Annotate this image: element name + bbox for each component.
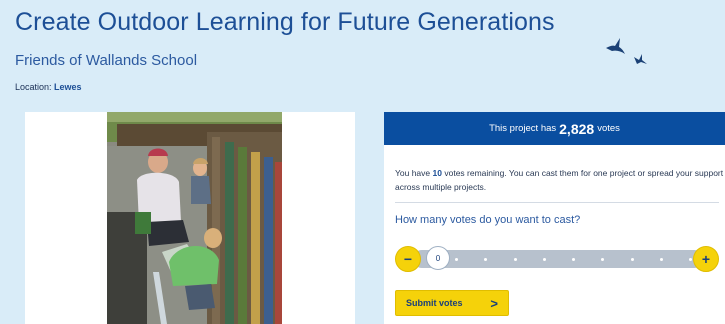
page-title: Create Outdoor Learning for Future Gener… xyxy=(15,8,555,36)
minus-button[interactable]: − xyxy=(395,246,421,272)
slider-track[interactable] xyxy=(413,250,703,268)
slider-handle[interactable]: 0 xyxy=(426,246,450,270)
vote-panel: This project has 2,828 votes You have 10… xyxy=(384,112,725,324)
submit-votes-button[interactable]: Submit votes > xyxy=(395,290,509,316)
votes-remaining-text: You have 10 votes remaining. You can cas… xyxy=(395,166,725,194)
remaining-prefix: You have xyxy=(395,168,431,178)
slider-step-dot xyxy=(689,257,692,261)
bird-icon xyxy=(634,54,647,64)
location-label: Location: xyxy=(15,82,52,92)
plus-icon: + xyxy=(701,251,711,267)
organisation-name: Friends of Wallands School xyxy=(15,52,198,69)
slider-step-dot xyxy=(484,257,488,261)
slider-step-dot xyxy=(572,257,575,261)
project-image-card xyxy=(25,112,355,324)
location-value[interactable]: Lewes xyxy=(54,82,82,92)
vote-question: How many votes do you want to cast? xyxy=(395,214,581,226)
chevron-right-icon: > xyxy=(490,295,498,311)
project-photo xyxy=(107,112,282,324)
location: Location: Lewes xyxy=(15,82,82,92)
photo-illustration xyxy=(107,112,282,324)
remaining-suffix: votes remaining. You can cast them for o… xyxy=(395,168,724,192)
vote-total-suffix: votes xyxy=(597,123,620,134)
slider-value: 0 xyxy=(435,253,441,263)
remaining-count: 10 xyxy=(432,168,442,178)
submit-label: Submit votes xyxy=(406,298,463,308)
vote-total-banner: This project has 2,828 votes xyxy=(384,112,725,145)
slider-step-dot xyxy=(630,257,634,261)
plus-button[interactable]: + xyxy=(693,246,719,272)
slider-step-dot xyxy=(542,257,546,261)
vote-slider[interactable]: − 0 + xyxy=(395,245,719,273)
bird-icon xyxy=(606,38,625,54)
minus-icon: − xyxy=(403,251,413,267)
vote-total-prefix: This project has xyxy=(489,123,557,134)
vote-total-count: 2,828 xyxy=(559,120,595,137)
slider-step-dot xyxy=(659,257,663,261)
slider-step-dot xyxy=(455,257,458,261)
slider-step-dot xyxy=(601,257,605,261)
divider xyxy=(395,202,719,203)
slider-step-dot xyxy=(513,257,517,261)
